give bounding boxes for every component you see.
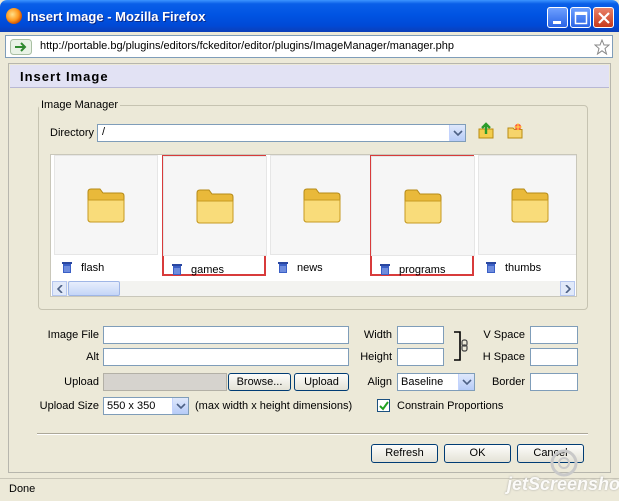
align-label: Align — [367, 376, 392, 388]
folder-thumbnail[interactable] — [478, 155, 576, 255]
horizontal-scrollbar[interactable] — [52, 281, 575, 296]
folder-thumbnail[interactable] — [371, 156, 475, 256]
border-input[interactable] — [530, 373, 578, 391]
alt-input[interactable] — [103, 348, 349, 366]
border-label: Border — [491, 376, 525, 388]
directory-select[interactable]: / — [97, 124, 466, 142]
url-text[interactable]: http://portable.bg/plugins/editors/fcked… — [40, 40, 454, 52]
folder-name[interactable]: flash — [81, 262, 104, 274]
alt-label: Alt — [86, 351, 99, 363]
folder-icon — [303, 188, 341, 223]
maximize-button[interactable] — [570, 7, 591, 28]
refresh-button[interactable]: Refresh — [371, 444, 438, 463]
folder-icon — [404, 189, 442, 224]
minimize-icon — [553, 21, 561, 24]
hspace-label: H Space — [482, 351, 525, 363]
folder-item-news[interactable]: news — [270, 155, 374, 277]
upload-file-input[interactable] — [103, 373, 227, 391]
folder-icon — [511, 188, 549, 223]
directory-value: / — [102, 126, 106, 138]
folder-name[interactable]: programs — [399, 264, 445, 276]
dialog-header: Insert Image — [10, 65, 609, 88]
browse-button[interactable]: Browse... — [228, 373, 291, 391]
folder-thumbnail[interactable] — [54, 155, 158, 255]
upload-size-select[interactable]: 550 x 350 — [103, 397, 189, 415]
chevron-right-icon — [565, 285, 571, 293]
vspace-label: V Space — [483, 329, 525, 341]
trash-icon[interactable] — [277, 261, 289, 273]
folder-item-thumbs[interactable]: thumbs — [478, 155, 576, 277]
folder-name[interactable]: thumbs — [505, 262, 541, 274]
folder-thumbnail[interactable] — [163, 156, 267, 256]
directory-label: Directory — [50, 127, 95, 139]
upload-label: Upload — [64, 376, 99, 388]
folder-item-programs[interactable]: programs — [370, 155, 475, 276]
status-text: Done — [9, 483, 36, 495]
watermark: jetScreenshot — [507, 474, 619, 494]
height-input[interactable] — [397, 348, 444, 366]
width-label: Width — [363, 329, 392, 341]
chain-link-icon[interactable] — [453, 330, 469, 362]
folder-icon — [196, 189, 234, 224]
close-button[interactable] — [593, 7, 614, 28]
folder-item-games[interactable]: games — [162, 155, 267, 276]
window-title-bar[interactable]: Insert Image - Mozilla Firefox — [0, 0, 619, 32]
upload-size-hint: (max width x height dimensions) — [195, 400, 353, 412]
close-icon — [598, 12, 610, 24]
vspace-input[interactable] — [530, 326, 578, 344]
width-input[interactable] — [397, 326, 444, 344]
upload-size-value: 550 x 350 — [107, 400, 156, 412]
chevron-down-icon — [453, 130, 463, 136]
scroll-right-button[interactable] — [560, 281, 575, 296]
chevron-left-icon — [57, 285, 63, 293]
firefox-icon — [6, 8, 22, 24]
align-value: Baseline — [401, 376, 444, 388]
upload-button[interactable]: Upload — [294, 373, 349, 391]
bookmark-star-icon[interactable] — [594, 39, 610, 55]
site-identity-icon[interactable] — [10, 39, 32, 55]
folder-icon — [87, 188, 125, 223]
new-folder-icon[interactable] — [506, 122, 524, 140]
folder-up-icon[interactable] — [477, 122, 495, 140]
address-bar[interactable]: http://portable.bg/plugins/editors/fcked… — [5, 35, 613, 58]
image-file-input[interactable] — [103, 326, 349, 344]
ok-button[interactable]: OK — [444, 444, 511, 463]
constrain-proportions-label[interactable]: Constrain Proportions — [397, 400, 503, 412]
upload-size-label: Upload Size — [39, 400, 99, 412]
folder-thumbnail[interactable] — [270, 155, 374, 255]
trash-icon[interactable] — [485, 261, 497, 273]
dialog-title: Insert Image — [20, 69, 109, 84]
trash-icon[interactable] — [61, 261, 73, 273]
checkmark-icon — [379, 401, 389, 411]
trash-icon[interactable] — [379, 263, 391, 275]
window-title: Insert Image - Mozilla Firefox — [27, 9, 206, 24]
upload-size-dropdown-button[interactable] — [172, 398, 188, 414]
constrain-proportions-checkbox[interactable] — [377, 399, 390, 412]
scroll-left-button[interactable] — [52, 281, 67, 296]
minimize-button[interactable] — [547, 7, 568, 28]
folder-name[interactable]: games — [191, 264, 224, 276]
height-label: Height — [360, 351, 392, 363]
image-manager-legend: Image Manager — [39, 99, 121, 111]
directory-dropdown-button[interactable] — [449, 125, 465, 141]
maximize-icon — [574, 11, 588, 25]
image-file-label: Image File — [47, 329, 99, 341]
align-select[interactable]: Baseline — [397, 373, 475, 391]
trash-icon[interactable] — [171, 263, 183, 275]
separator — [37, 433, 588, 435]
hspace-input[interactable] — [530, 348, 578, 366]
thumbnail-area[interactable]: flash games news programs thumbs — [50, 154, 577, 297]
insert-image-dialog: Insert Image Image Manager Directory / f… — [8, 63, 611, 473]
folder-item-flash[interactable]: flash — [54, 155, 158, 277]
chevron-down-icon — [176, 403, 186, 409]
scrollbar-thumb[interactable] — [68, 281, 120, 296]
folder-name[interactable]: news — [297, 262, 323, 274]
